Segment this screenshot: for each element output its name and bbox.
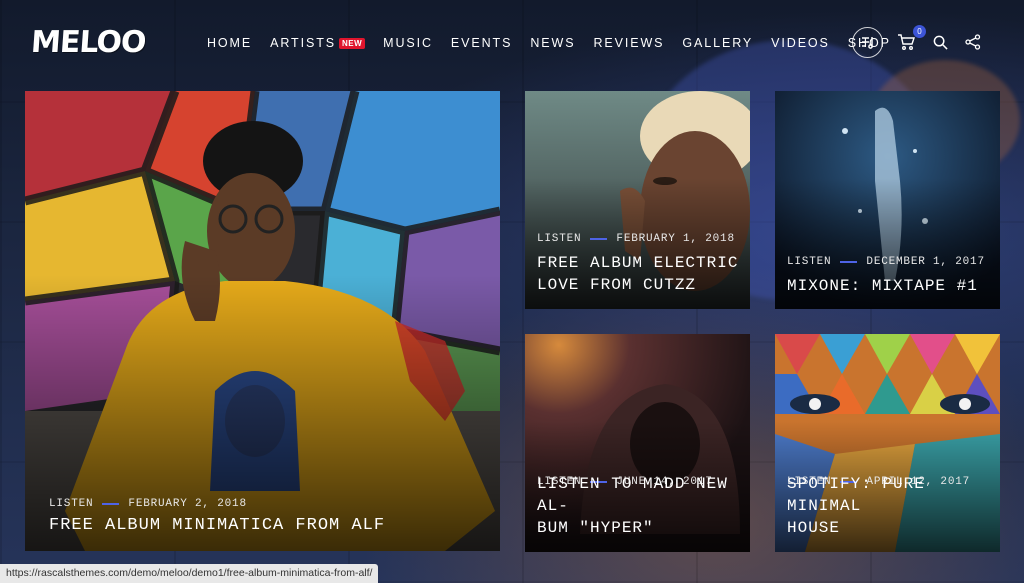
site-logo[interactable]: MELOO [30, 25, 147, 60]
main-nav: HOME ARTISTS NEW MUSIC EVENTS NEWS REVIEW… [207, 35, 909, 51]
nav-item-reviews[interactable]: REVIEWS [593, 36, 664, 50]
post-title-line: SPOTIFY: PURE MINIMAL [787, 475, 925, 515]
image-overlay [25, 91, 500, 551]
new-badge: NEW [338, 37, 366, 49]
nav-label: HOME [207, 36, 253, 50]
playlist-button[interactable] [852, 26, 883, 58]
meta-divider [840, 261, 858, 263]
post-title-line: LOVE FROM CUTZZ [537, 276, 697, 294]
cart-count-badge: 0 [913, 25, 926, 38]
post-title[interactable]: LISTEN TO MADD NEW AL- BUM "HYPER" [537, 473, 750, 539]
post-title[interactable]: FREE ALBUM MINIMATICA FROM ALF [49, 515, 385, 537]
post-title[interactable]: FREE ALBUM ELECTRIC LOVE FROM CUTZZ [537, 252, 738, 296]
post-category[interactable]: LISTEN [787, 256, 831, 268]
nav-item-artists[interactable]: ARTISTS NEW [270, 36, 366, 50]
share-button[interactable] [964, 33, 982, 51]
post-title-line: LISTEN TO MADD NEW AL- [537, 475, 728, 515]
post-title-line: FREE ALBUM ELECTRIC [537, 254, 739, 272]
post-meta: LISTEN FEBRUARY 1, 2018 [537, 233, 735, 245]
post-card[interactable]: LISTEN JUNE 14, 2017 LISTEN TO MADD NEW … [525, 334, 750, 552]
nav-label: VIDEOS [771, 36, 830, 50]
search-button[interactable] [931, 33, 949, 51]
post-meta: LISTEN FEBRUARY 2, 2018 [49, 498, 247, 510]
post-title-line: BUM "HYPER" [537, 519, 654, 537]
nav-item-videos[interactable]: VIDEOS [771, 36, 830, 50]
site-header: MELOO HOME ARTISTS NEW MUSIC EVENTS NEWS … [0, 0, 1024, 84]
nav-item-gallery[interactable]: GALLERY [682, 36, 753, 50]
nav-item-home[interactable]: HOME [207, 36, 252, 50]
post-card[interactable]: LISTEN APRIL 12, 2017 SPOTIFY: PURE MINI… [775, 334, 1000, 552]
nav-item-music[interactable]: MUSIC [383, 36, 433, 50]
share-icon [965, 34, 981, 50]
post-category[interactable]: LISTEN [537, 233, 581, 245]
browser-status-url: https://rascalsthemes.com/demo/meloo/dem… [0, 564, 379, 583]
post-card[interactable]: LISTEN FEBRUARY 1, 2018 FREE ALBUM ELECT… [525, 91, 750, 309]
post-date: FEBRUARY 1, 2018 [616, 233, 735, 245]
nav-label: MUSIC [383, 36, 433, 50]
post-meta: LISTEN DECEMBER 1, 2017 [787, 256, 985, 268]
nav-item-news[interactable]: NEWS [530, 36, 575, 50]
nav-label: NEWS [530, 36, 576, 50]
header-tools: 0 [852, 25, 982, 58]
post-title[interactable]: MIXONE: MIXTAPE #1 [787, 275, 978, 297]
search-icon [933, 35, 948, 50]
nav-label: EVENTS [450, 36, 513, 50]
post-title[interactable]: SPOTIFY: PURE MINIMAL HOUSE [787, 473, 1000, 539]
cart-icon [898, 34, 915, 50]
nav-item-events[interactable]: EVENTS [451, 36, 512, 50]
meta-divider [590, 238, 608, 240]
featured-post-card[interactable]: LISTEN FEBRUARY 2, 2018 FREE ALBUM MINIM… [25, 91, 500, 551]
nav-label: ARTISTS [270, 36, 336, 50]
post-card[interactable]: LISTEN DECEMBER 1, 2017 MIXONE: MIXTAPE … [775, 91, 1000, 309]
post-category[interactable]: LISTEN [49, 498, 93, 510]
meta-divider [102, 503, 120, 505]
nav-label: GALLERY [682, 36, 754, 50]
nav-label: REVIEWS [593, 36, 665, 50]
post-title-line: HOUSE [787, 519, 841, 537]
post-date: FEBRUARY 2, 2018 [128, 498, 247, 510]
cart-button[interactable]: 0 [896, 25, 926, 52]
post-date: DECEMBER 1, 2017 [866, 256, 985, 268]
playlist-icon [861, 37, 873, 49]
